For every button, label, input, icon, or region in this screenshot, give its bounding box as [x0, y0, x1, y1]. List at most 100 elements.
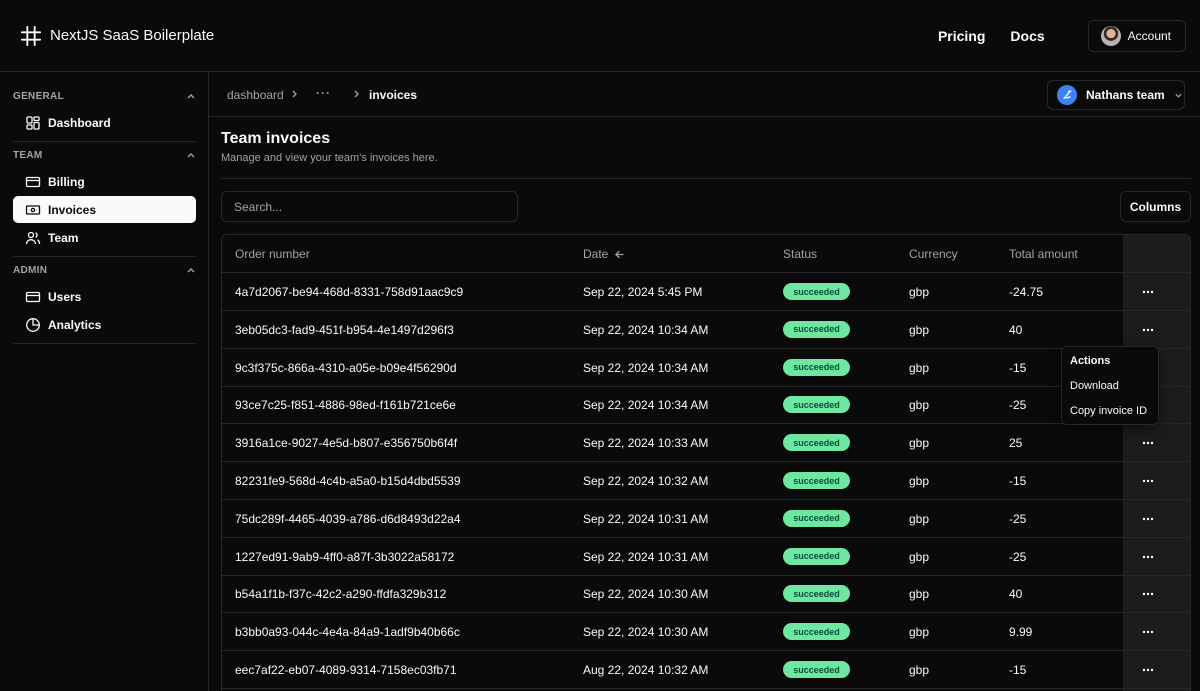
- currency-cell: gbp: [909, 549, 930, 564]
- pie-chart-icon: [26, 317, 40, 332]
- top-nav-links: Pricing Docs Account: [938, 19, 1200, 52]
- row-actions-button[interactable]: [1138, 509, 1158, 529]
- sidebar-item-invoices[interactable]: Invoices: [13, 196, 196, 223]
- amount-cell: 40: [1009, 322, 1023, 337]
- column-header-status[interactable]: Status: [783, 247, 817, 261]
- chevron-up-icon: [187, 94, 195, 99]
- sidebar-item-users[interactable]: Users: [13, 283, 196, 310]
- arrow-left-icon[interactable]: [614, 249, 625, 260]
- search-input[interactable]: [221, 191, 518, 222]
- sidebar-item-billing[interactable]: Billing: [13, 168, 196, 195]
- hash-logo-icon: [20, 25, 42, 46]
- sidebar-item-analytics[interactable]: Analytics: [13, 311, 196, 338]
- brand[interactable]: NextJS SaaS Boilerplate: [20, 25, 214, 47]
- top-navbar: NextJS SaaS Boilerplate Pricing Docs Acc…: [0, 0, 1200, 72]
- more-horizontal-icon: [1142, 593, 1154, 596]
- more-horizontal-icon: [1142, 668, 1154, 672]
- account-button[interactable]: Account: [1087, 19, 1186, 52]
- sidebar-divider: [13, 256, 196, 257]
- columns-button[interactable]: Columns: [1120, 191, 1191, 222]
- docs-link[interactable]: Docs: [1010, 28, 1044, 44]
- table-row[interactable]: 9c3f375c-866a-4310-a05e-b09e4f56290d Sep …: [222, 349, 1190, 387]
- date-cell: Sep 22, 2024 10:31 AM: [583, 549, 709, 564]
- amount-cell: -24.75: [1009, 285, 1044, 299]
- column-header-currency[interactable]: Currency: [909, 247, 958, 261]
- row-actions-button[interactable]: [1138, 660, 1158, 680]
- status-badge: succeeded: [783, 661, 850, 678]
- team-switcher[interactable]: Nathans team: [1047, 80, 1185, 110]
- sidebar-section-team: TEAM Billing Invoices Team: [13, 147, 196, 251]
- menu-item-download[interactable]: Download: [1070, 380, 1119, 392]
- invoices-table: Order number Date Status Currency Total …: [221, 234, 1191, 691]
- sidebar-item-label: Users: [48, 289, 82, 304]
- amount-cell: -15: [1009, 474, 1027, 488]
- order-number-cell: eec7af22-eb07-4089-9314-7158ec03fb71: [235, 663, 457, 677]
- status-badge: succeeded: [783, 396, 850, 414]
- table-row[interactable]: 1227ed91-9ab9-4ff0-a87f-3b3022a58172 Sep …: [222, 538, 1190, 576]
- chevron-right-icon: [292, 90, 297, 98]
- order-number-cell: 82231fe9-568d-4c4b-a5a0-b15d4dbd5539: [235, 474, 461, 488]
- row-actions-menu: Actions Download Copy invoice ID: [1061, 346, 1159, 425]
- table-row[interactable]: 82231fe9-568d-4c4b-a5a0-b15d4dbd5539 Sep …: [222, 462, 1190, 500]
- currency-cell: gbp: [909, 663, 930, 677]
- amount-cell: -25: [1009, 398, 1027, 413]
- amount-cell: 25: [1009, 436, 1023, 451]
- menu-item-copy-invoice-id[interactable]: Copy invoice ID: [1070, 405, 1147, 417]
- amount-cell: -15: [1009, 663, 1027, 677]
- breadcrumb-current: invoices: [369, 88, 418, 102]
- chevron-up-icon: [187, 153, 195, 158]
- sidebar-item-dashboard[interactable]: Dashboard: [13, 109, 196, 136]
- page-subtitle: Manage and view your team's invoices her…: [221, 152, 438, 164]
- table-row[interactable]: 93ce7c25-f851-4886-98ed-f161b721ce6e Sep …: [222, 386, 1190, 425]
- row-actions-button[interactable]: [1138, 433, 1158, 453]
- table-row[interactable]: b3bb0a93-044c-4e4a-84a9-1adf9b40b66c Sep …: [222, 613, 1190, 652]
- sidebar-section-title: GENERAL: [13, 90, 64, 102]
- column-header-total-amount[interactable]: Total amount: [1009, 247, 1078, 261]
- layout-grid-icon: [26, 115, 40, 130]
- row-actions-button[interactable]: [1138, 584, 1158, 604]
- brand-name: NextJS SaaS Boilerplate: [50, 27, 215, 44]
- table-row[interactable]: 4a7d2067-be94-468d-8331-758d91aac9c9 Sep …: [222, 273, 1190, 311]
- column-header-order-number[interactable]: Order number: [235, 247, 310, 261]
- order-number-cell: 9c3f375c-866a-4310-a05e-b09e4f56290d: [235, 360, 457, 375]
- account-label: Account: [1127, 28, 1171, 43]
- sidebar-item-team[interactable]: Team: [13, 224, 196, 251]
- more-horizontal-icon: [1142, 555, 1154, 558]
- team-name: Nathans team: [1086, 88, 1165, 102]
- currency-cell: gbp: [909, 511, 930, 526]
- row-actions-button[interactable]: [1138, 547, 1158, 567]
- currency-cell: gbp: [909, 587, 930, 602]
- breadcrumb-ellipsis[interactable]: ···: [316, 86, 331, 100]
- status-badge: succeeded: [783, 585, 850, 603]
- row-actions-button[interactable]: [1138, 622, 1158, 642]
- row-actions-button[interactable]: [1138, 320, 1158, 340]
- row-actions-button[interactable]: [1138, 471, 1158, 491]
- date-cell: Sep 22, 2024 10:34 AM: [583, 322, 709, 337]
- order-number-cell: 3916a1ce-9027-4e5d-b807-e356750b6f4f: [235, 436, 458, 451]
- order-number-cell: 3eb05dc3-fad9-451f-b954-4e1497d296f3: [235, 322, 454, 337]
- table-row[interactable]: 3916a1ce-9027-4e5d-b807-e356750b6f4f Sep …: [222, 424, 1190, 463]
- table-row[interactable]: 75dc289f-4465-4039-a786-d6d8493d22a4 Sep …: [222, 500, 1190, 538]
- row-actions-button[interactable]: [1138, 282, 1158, 302]
- sidebar-item-label: Billing: [48, 174, 85, 189]
- sidebar-item-label: Invoices: [48, 202, 97, 217]
- date-cell: Aug 22, 2024 10:32 AM: [583, 663, 709, 677]
- date-cell: Sep 22, 2024 10:34 AM: [583, 360, 709, 375]
- sidebar-section-general: GENERAL Dashboard: [13, 88, 196, 136]
- sidebar-item-label: Analytics: [48, 317, 102, 332]
- sidebar-section-header-team[interactable]: TEAM: [13, 147, 196, 163]
- sidebar-section-header-general[interactable]: GENERAL: [13, 88, 196, 104]
- sidebar-section-header-admin[interactable]: ADMIN: [13, 262, 196, 278]
- breadcrumb-dashboard[interactable]: dashboard: [227, 88, 284, 102]
- table-row[interactable]: 3eb05dc3-fad9-451f-b954-4e1497d296f3 Sep …: [222, 311, 1190, 349]
- table-row[interactable]: b54a1f1b-f37c-42c2-a290-ffdfa329b312 Sep …: [222, 575, 1190, 614]
- order-number-cell: 1227ed91-9ab9-4ff0-a87f-3b3022a58172: [235, 549, 455, 564]
- header-divider: [221, 178, 1191, 179]
- more-horizontal-icon: [1142, 630, 1154, 634]
- more-horizontal-icon: [1142, 290, 1154, 294]
- column-header-date[interactable]: Date: [583, 247, 608, 261]
- table-row[interactable]: eec7af22-eb07-4089-9314-7158ec03fb71 Aug …: [222, 651, 1190, 689]
- order-number-cell: 93ce7c25-f851-4886-98ed-f161b721ce6e: [235, 398, 456, 413]
- users-icon: [25, 231, 41, 244]
- pricing-link[interactable]: Pricing: [938, 28, 985, 44]
